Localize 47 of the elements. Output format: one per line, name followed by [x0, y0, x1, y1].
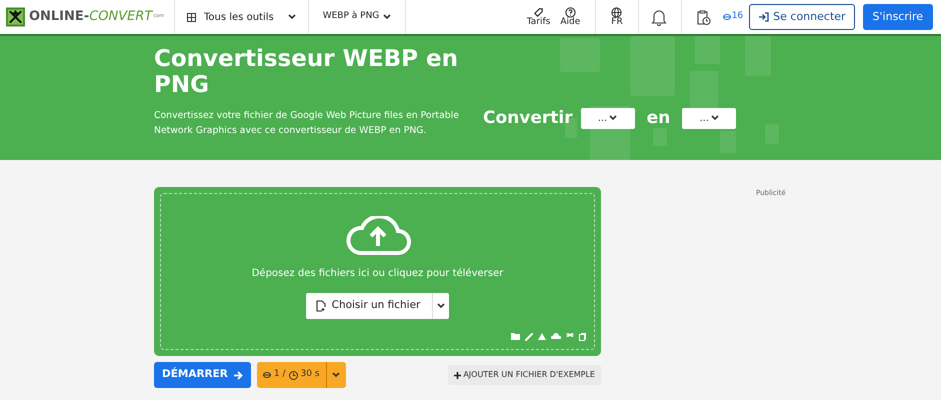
caret-icon	[332, 372, 340, 378]
nav-link[interactable]: Aide	[557, 6, 584, 28]
source-dropdown[interactable]	[432, 293, 450, 319]
login-icon	[758, 12, 770, 22]
triangle-icon[interactable]	[538, 333, 546, 340]
converter-menu[interactable]: WEBP à PNG	[308, 10, 406, 24]
tools-menu[interactable]: Tous les outils	[175, 10, 308, 24]
arrow-right-icon	[232, 370, 243, 380]
credits-count: 16	[722, 10, 744, 24]
logo-icon	[6, 7, 25, 27]
caret-icon	[609, 115, 618, 122]
choose-file-button[interactable]: Choisir un fichier	[306, 293, 432, 319]
connector-label: en	[646, 106, 670, 130]
signup-button[interactable]: S'inscrire	[862, 4, 933, 30]
folder-icon[interactable]	[511, 333, 520, 340]
plus-icon	[454, 372, 462, 378]
caret-icon	[288, 14, 296, 20]
logo-text: ONLINE-CONVERT	[28, 8, 152, 26]
globe-icon	[611, 6, 622, 18]
limits-dropdown[interactable]	[326, 362, 346, 388]
limits-button[interactable]: 1 / 30 s	[256, 362, 326, 388]
start-button[interactable]: DÉMARRER	[154, 362, 251, 388]
convert-label: Convertir	[483, 106, 573, 130]
cloud-icon[interactable]	[551, 333, 561, 339]
caret-icon	[711, 115, 719, 122]
target-format-select[interactable]: ...	[682, 108, 736, 129]
clipboard-clock-icon[interactable]	[696, 8, 711, 26]
clock-icon	[288, 370, 298, 380]
caret-icon	[437, 303, 446, 309]
page-title: Convertisseur WEBP en PNG	[154, 46, 460, 99]
copy-icon[interactable]	[579, 333, 586, 341]
source-format-select[interactable]: ...	[580, 108, 635, 129]
coin-icon	[722, 14, 731, 20]
caret-icon	[383, 14, 392, 20]
help-icon	[564, 6, 576, 18]
cloud-upload-icon	[344, 216, 412, 256]
drop-hint: Déposez des fichiers ici ou cliquez pour téléverser	[252, 267, 504, 281]
language-selector[interactable]: FR	[608, 6, 626, 28]
bell-icon[interactable]	[650, 8, 667, 26]
login-button[interactable]: Se connecter	[749, 4, 855, 30]
coin-icon	[262, 372, 271, 378]
nav-link[interactable]: Tarifs	[524, 6, 554, 28]
tag-icon	[533, 6, 544, 18]
grid-icon	[187, 12, 196, 22]
page-description: Convertissez votre fichier de Google Web Picture files en Portable Network Graphics avec ce convertisseur de WEBP en PNG.	[154, 108, 460, 138]
file-add-icon	[316, 300, 326, 312]
add-sample-button[interactable]: AJOUTER UN FICHIER D'EXEMPLE	[448, 365, 601, 385]
